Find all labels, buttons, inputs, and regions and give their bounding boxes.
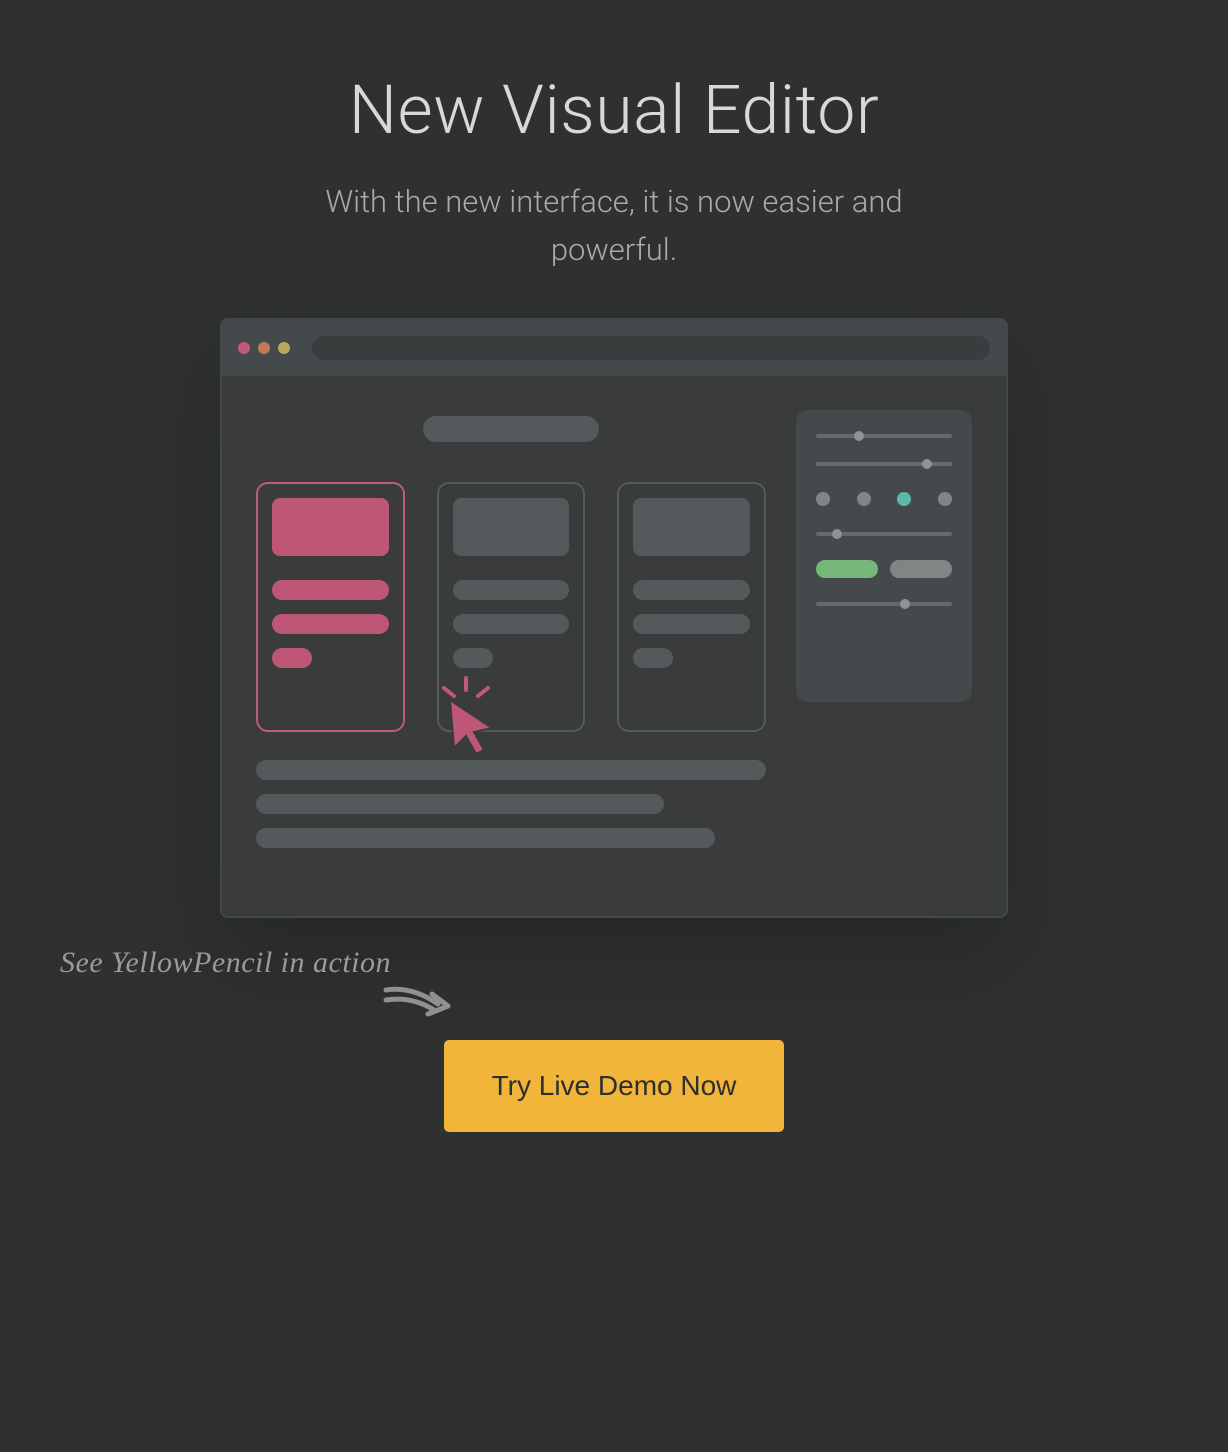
color-swatch-active[interactable] xyxy=(897,492,911,506)
text-line-placeholder xyxy=(256,828,715,848)
panel-button-primary[interactable] xyxy=(816,560,878,578)
browser-mockup xyxy=(220,318,1008,918)
traffic-light-minimize-icon xyxy=(258,342,270,354)
try-demo-button[interactable]: Try Live Demo Now xyxy=(444,1040,785,1132)
card-line-placeholder xyxy=(272,614,389,634)
color-swatch[interactable] xyxy=(816,492,830,506)
card-button-placeholder xyxy=(633,648,673,668)
card-image-placeholder xyxy=(272,498,389,556)
card-line-placeholder xyxy=(633,580,750,600)
slider[interactable] xyxy=(816,462,952,466)
card-line-placeholder xyxy=(453,580,570,600)
traffic-light-zoom-icon xyxy=(278,342,290,354)
card-line-placeholder xyxy=(453,614,570,634)
card-button-placeholder xyxy=(272,648,312,668)
browser-toolbar xyxy=(222,320,1006,376)
arrow-icon xyxy=(382,980,452,1020)
text-line-placeholder xyxy=(256,760,766,780)
slider[interactable] xyxy=(816,532,952,536)
text-line-placeholder xyxy=(256,794,664,814)
panel-button-secondary[interactable] xyxy=(890,560,952,578)
card-button-placeholder xyxy=(453,648,493,668)
page-title: New Visual Editor xyxy=(349,70,880,150)
slider[interactable] xyxy=(816,602,952,606)
card-image-placeholder xyxy=(633,498,750,556)
callout-note: See YellowPencil in action xyxy=(60,946,391,980)
cursor-click-icon xyxy=(430,676,502,756)
color-swatches xyxy=(816,490,952,508)
slider[interactable] xyxy=(816,434,952,438)
url-bar xyxy=(312,336,990,360)
card-selected[interactable] xyxy=(256,482,405,732)
page-subtitle: With the new interface, it is now easier… xyxy=(314,178,914,274)
card-image-placeholder xyxy=(453,498,570,556)
card[interactable] xyxy=(617,482,766,732)
traffic-light-close-icon xyxy=(238,342,250,354)
color-swatch[interactable] xyxy=(857,492,871,506)
card-line-placeholder xyxy=(633,614,750,634)
color-swatch[interactable] xyxy=(938,492,952,506)
style-panel xyxy=(796,410,972,702)
card-line-placeholder xyxy=(272,580,389,600)
page-heading-placeholder xyxy=(423,416,599,442)
